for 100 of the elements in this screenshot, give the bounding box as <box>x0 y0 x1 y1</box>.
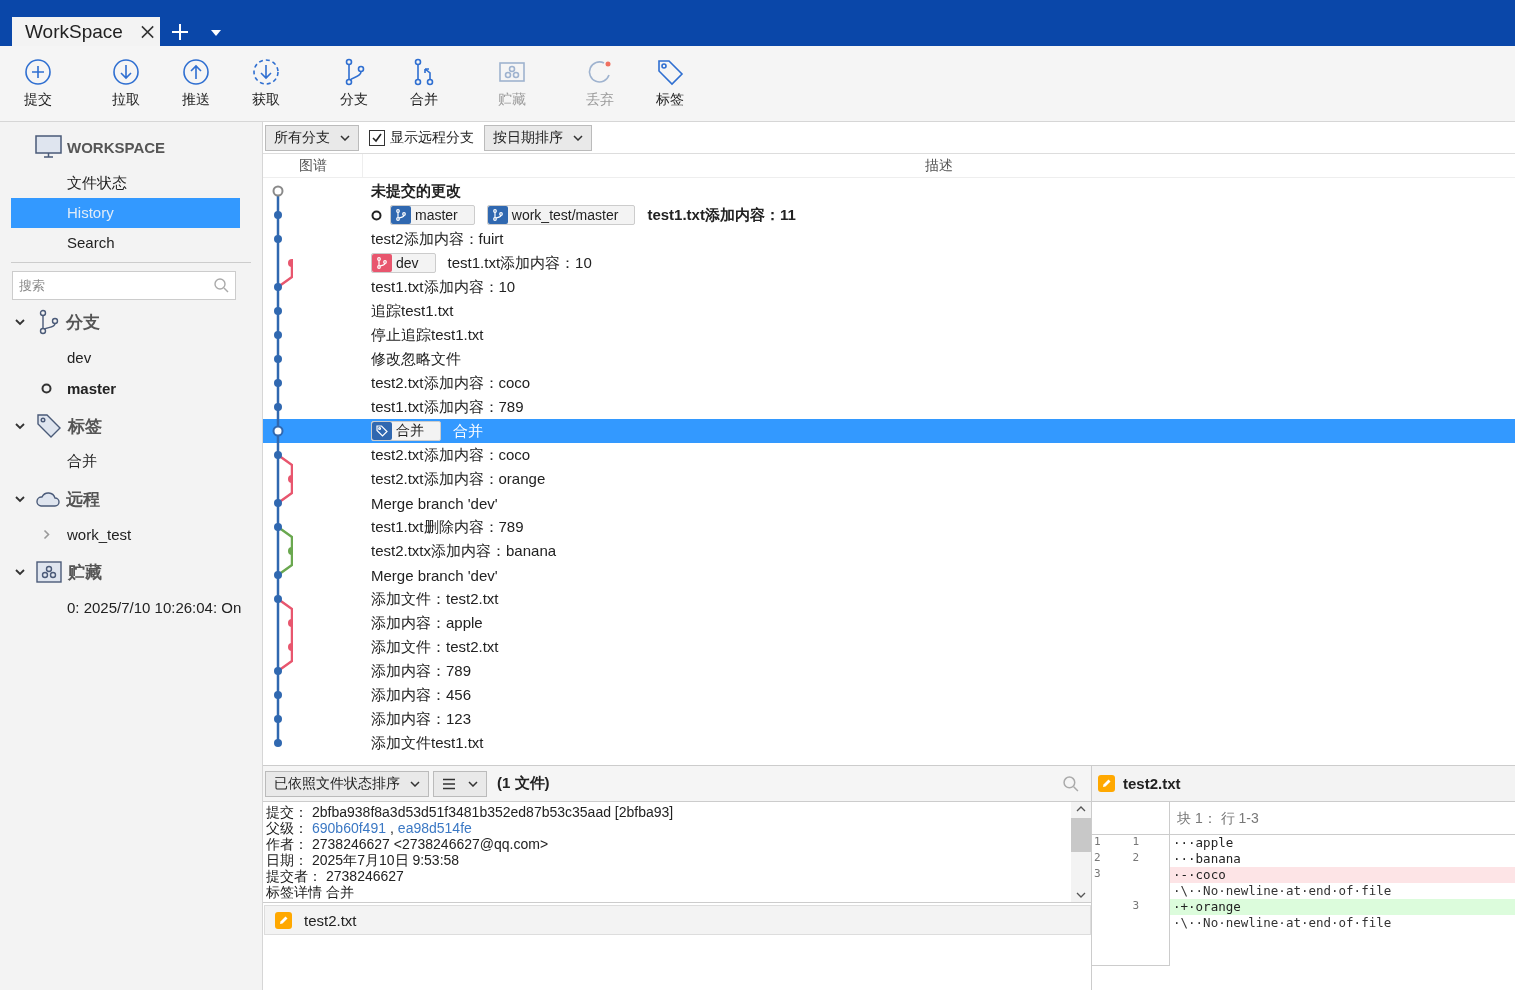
search-field[interactable]: 搜索 <box>12 271 236 300</box>
commit-message: test2.txtx添加内容：banana <box>371 541 557 561</box>
plus-icon[interactable] <box>171 22 189 41</box>
branch-filter-dropdown[interactable]: 所有分支 <box>265 124 359 151</box>
commit-message: test2添加内容：fuirt <box>371 229 504 249</box>
commit-message: 追踪test1.txt <box>371 301 454 321</box>
view-mode-dropdown[interactable] <box>433 770 487 797</box>
pencil-icon <box>1098 775 1115 792</box>
commit-icon <box>23 57 53 87</box>
detail-value: 2bfba938f8a3d53d51f3481b352ed87b53c35aad [2bfba93] <box>312 804 674 820</box>
sidebar-item[interactable]: dev <box>67 349 92 366</box>
commit-row[interactable]: test2.txt添加内容：orange <box>263 467 1515 491</box>
commit-message: 添加内容：apple <box>371 613 483 633</box>
branch-label[interactable]: dev <box>371 253 436 273</box>
commit-row[interactable]: 合并 合并 <box>263 419 1515 443</box>
commit-row[interactable]: test2.txt添加内容：coco <box>263 443 1515 467</box>
expand-icon[interactable] <box>41 529 52 540</box>
line-number: 2 <box>1131 851 1141 866</box>
toolbar-button[interactable]: 分支 <box>334 46 374 109</box>
scroll-up-icon[interactable] <box>1076 806 1086 812</box>
detail-value: 2738246627 <box>326 868 404 884</box>
branch-label[interactable]: work_test/master <box>486 205 636 225</box>
commit-row[interactable]: test1.txt删除内容：789 <box>263 515 1515 539</box>
commit-row[interactable]: 添加内容：789 <box>263 659 1515 683</box>
line-number: 1 <box>1093 835 1102 850</box>
sidebar-item[interactable]: 0: 2025/7/10 10:26:04: On <box>67 599 242 616</box>
chevron-icon[interactable] <box>14 316 26 328</box>
section-heading[interactable]: 分支 <box>66 310 100 334</box>
chevron-icon[interactable] <box>14 493 26 505</box>
sidebar-item[interactable]: 合并 <box>67 452 97 471</box>
tag-label[interactable]: 合并 <box>371 421 441 441</box>
commit-row[interactable]: 添加内容：456 <box>263 683 1515 707</box>
commit-row[interactable]: dev test1.txt添加内容：10 <box>263 251 1515 275</box>
commit-row[interactable]: 添加内容：apple <box>263 611 1515 635</box>
sidebar-item[interactable]: work_test <box>67 526 132 543</box>
commit-row[interactable]: test2添加内容：fuirt <box>263 227 1515 251</box>
toolbar-button[interactable]: 推送 <box>176 46 216 109</box>
workspace-tab[interactable]: WorkSpace <box>12 17 160 46</box>
cloud-icon <box>36 491 60 507</box>
commit-row[interactable]: 追踪test1.txt <box>263 299 1515 323</box>
line-number: 3 <box>1131 899 1141 914</box>
commit-message: 修改忽略文件 <box>371 349 461 369</box>
section-heading[interactable]: 远程 <box>66 487 100 511</box>
head-marker-icon <box>41 383 52 394</box>
commit-message: test2.txt添加内容：coco <box>371 373 531 393</box>
commit-row[interactable]: test2.txtx添加内容：banana <box>263 539 1515 563</box>
column-header[interactable]: 描述 <box>363 154 1515 177</box>
link[interactable]: ea98d514fe <box>397 820 472 836</box>
sidebar-item[interactable]: master <box>67 380 117 397</box>
toolbar-button[interactable]: 合并 <box>404 46 444 109</box>
link[interactable]: 690b60f491 <box>312 820 386 836</box>
detail-label: 父级： <box>266 820 308 836</box>
toolbar-button[interactable]: 提交 <box>18 46 58 109</box>
commit-row[interactable]: 添加文件：test2.txt <box>263 587 1515 611</box>
commit-row[interactable]: master work_test/master test1.txt添加内容：11 <box>263 203 1515 227</box>
chevron-icon[interactable] <box>14 420 26 432</box>
file-sort-dropdown[interactable]: 已依照文件状态排序 <box>265 770 429 797</box>
commit-row[interactable]: test1.txt添加内容：10 <box>263 275 1515 299</box>
sort-dropdown[interactable]: 按日期排序 <box>484 124 592 151</box>
scrollbar[interactable] <box>1071 802 1091 902</box>
branch-label[interactable]: master <box>390 205 475 225</box>
file-row[interactable]: test2.txt <box>264 905 1091 935</box>
commit-message: 添加文件：test2.txt <box>371 637 499 657</box>
commit-row[interactable]: 添加文件：test2.txt <box>263 635 1515 659</box>
sidebar-item[interactable]: 文件状态 <box>11 168 240 198</box>
commit-message: 添加文件：test2.txt <box>371 589 499 609</box>
commit-row[interactable]: 未提交的更改 <box>263 179 1515 203</box>
checkbox[interactable] <box>369 129 385 146</box>
detail-value: 2738246627 <2738246627@qq.com> <box>312 836 549 852</box>
tag-icon <box>655 57 685 87</box>
commit-message: 添加内容：789 <box>371 661 472 681</box>
sidebar-item[interactable]: Search <box>11 228 240 258</box>
commit-message: test2.txt添加内容：coco <box>371 445 531 465</box>
commit-message: 合并 <box>453 421 483 441</box>
commit-row[interactable]: 添加文件test1.txt <box>263 731 1515 755</box>
chevron-icon[interactable] <box>14 566 26 578</box>
checkbox-label: 显示远程分支 <box>390 128 474 147</box>
section-heading[interactable]: 贮藏 <box>68 560 102 584</box>
toolbar-button[interactable]: 获取 <box>246 46 286 109</box>
pull-icon <box>111 57 141 87</box>
close-icon[interactable] <box>140 24 154 39</box>
diff-line: ···banana <box>1172 851 1242 867</box>
commit-row[interactable]: 停止追踪test1.txt <box>263 323 1515 347</box>
commit-row[interactable]: test1.txt添加内容：789 <box>263 395 1515 419</box>
caret-icon[interactable] <box>211 29 221 36</box>
commit-row[interactable]: test2.txt添加内容：coco <box>263 371 1515 395</box>
diff-line: ·\··No·newline·at·end·of·file <box>1172 883 1393 899</box>
tag-icon <box>36 413 62 439</box>
column-header[interactable]: 图谱 <box>263 154 363 177</box>
section-heading[interactable]: 标签 <box>68 414 102 438</box>
detail-label: 提交： <box>266 804 308 820</box>
toolbar-button[interactable]: 拉取 <box>106 46 146 109</box>
commit-row[interactable]: 添加内容：123 <box>263 707 1515 731</box>
toolbar-button[interactable]: 标签 <box>650 46 690 109</box>
commit-row[interactable]: 修改忽略文件 <box>263 347 1515 371</box>
line-number: 1 <box>1131 835 1141 850</box>
diff-file-name: test2.txt <box>1123 775 1181 792</box>
commit-row[interactable]: Merge branch 'dev' <box>263 491 1515 515</box>
scroll-down-icon[interactable] <box>1076 892 1086 898</box>
commit-row[interactable]: Merge branch 'dev' <box>263 563 1515 587</box>
